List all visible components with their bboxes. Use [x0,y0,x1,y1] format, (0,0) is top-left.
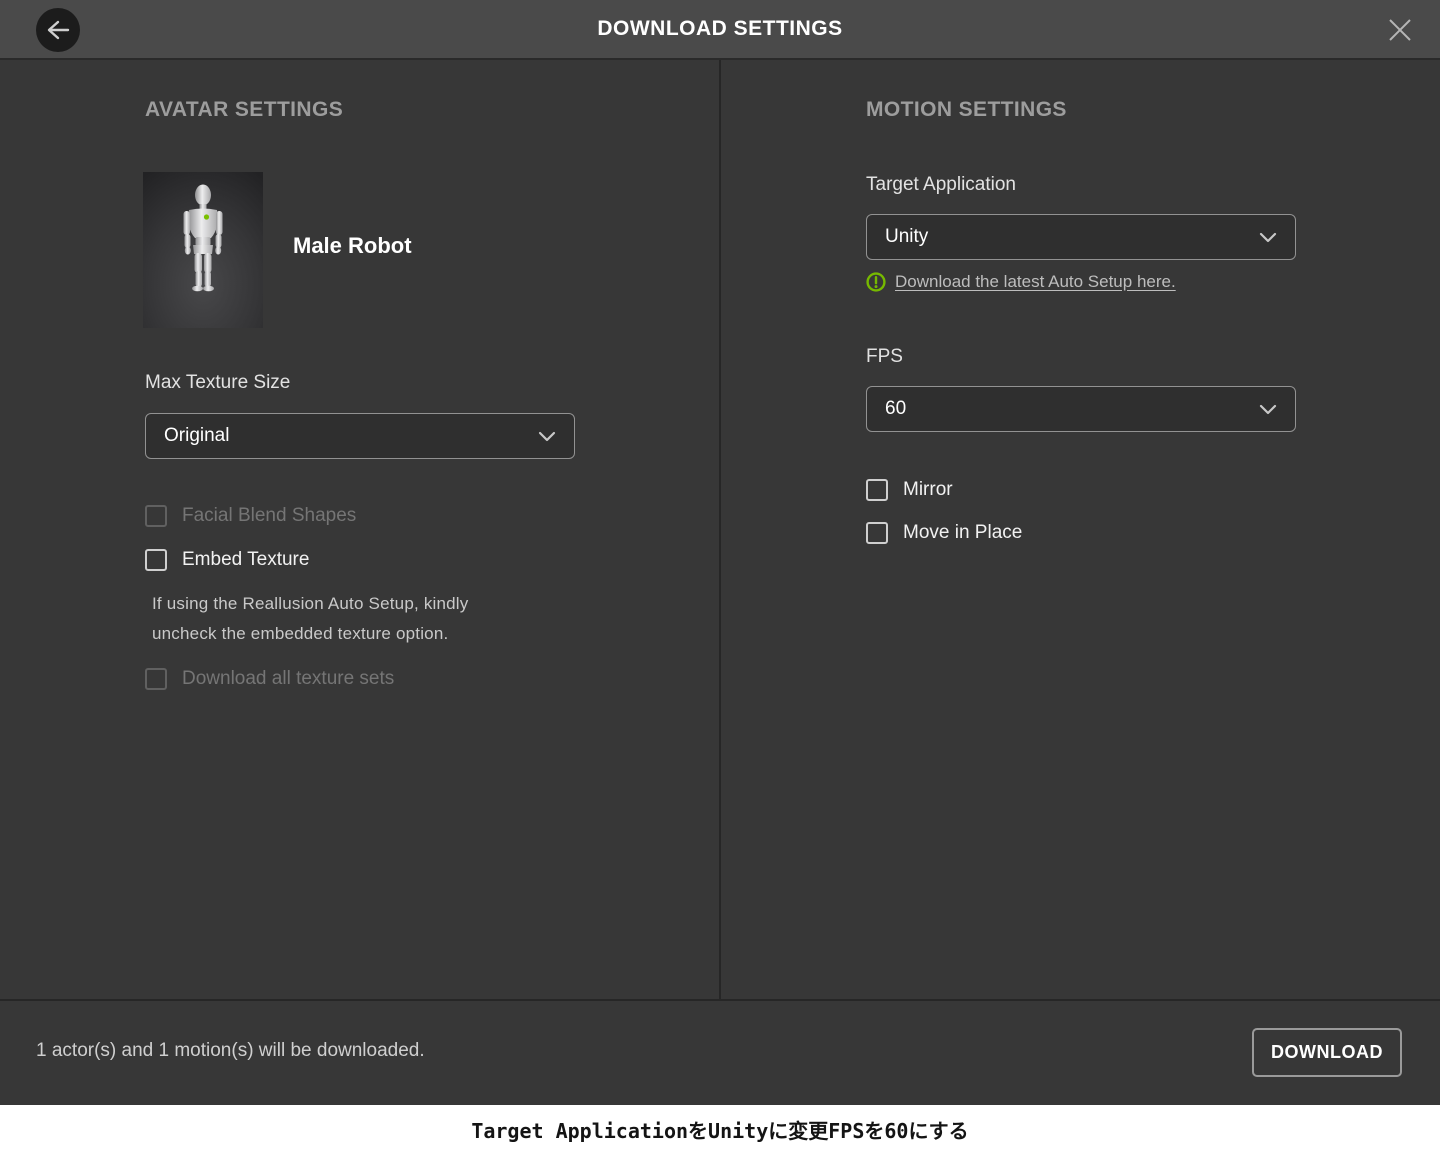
chevron-down-icon [1259,232,1277,243]
caption-strip: Target ApplicationをUnityに変更FPSを60にする [0,1105,1440,1153]
move-in-place-checkbox[interactable] [866,522,888,544]
caption-text: Target ApplicationをUnityに変更FPSを60にする [471,1118,969,1143]
facial-blend-shapes-label: Facial Blend Shapes [182,505,357,526]
fps-label: FPS [866,346,903,367]
max-texture-size-label: Max Texture Size [145,372,291,393]
fps-dropdown[interactable]: 60 [866,386,1296,432]
embed-texture-note-line1: If using the Reallusion Auto Setup, kind… [152,594,469,613]
motion-settings-heading: MOTION SETTINGS [866,98,1067,121]
close-button[interactable] [1384,14,1416,46]
titlebar: DOWNLOAD SETTINGS [0,0,1440,60]
move-in-place-label: Move in Place [903,522,1023,543]
max-texture-size-dropdown[interactable]: Original [145,413,575,459]
facial-blend-shapes-checkbox-row: Facial Blend Shapes [145,505,356,527]
max-texture-size-value: Original [164,425,230,446]
download-settings-dialog: DOWNLOAD SETTINGS AVATAR SETTINGS Male R… [0,0,1440,1153]
mirror-checkbox[interactable] [866,479,888,501]
embed-texture-note-line2: uncheck the embedded texture option. [152,624,449,643]
move-in-place-checkbox-row[interactable]: Move in Place [866,522,1022,544]
embed-texture-checkbox[interactable] [145,549,167,571]
download-all-texture-sets-checkbox-row: Download all texture sets [145,668,394,690]
mirror-label: Mirror [903,479,953,500]
download-all-texture-sets-label: Download all texture sets [182,668,395,689]
footer-divider [0,999,1440,1001]
dialog-title: DOWNLOAD SETTINGS [597,17,843,40]
panel-divider-vertical [719,60,721,999]
embed-texture-checkbox-row[interactable]: Embed Texture [145,549,309,571]
facial-blend-shapes-checkbox [145,505,167,527]
auto-setup-link-row: Download the latest Auto Setup here. [866,272,1176,292]
chevron-down-icon [538,431,556,442]
target-application-label: Target Application [866,174,1016,195]
chevron-down-icon [1259,404,1277,415]
avatar-thumbnail [143,172,263,396]
avatar-settings-heading: AVATAR SETTINGS [145,98,344,121]
download-button[interactable]: DOWNLOAD [1252,1028,1402,1077]
fps-value: 60 [885,398,907,419]
target-application-dropdown[interactable]: Unity [866,214,1296,260]
mirror-checkbox-row[interactable]: Mirror [866,479,953,501]
close-icon [1386,16,1414,44]
info-alert-icon [866,272,886,292]
avatar-name: Male Robot [293,233,412,258]
download-all-texture-sets-checkbox [145,668,167,690]
embed-texture-label: Embed Texture [182,549,310,570]
target-application-value: Unity [885,226,929,247]
auto-setup-link[interactable]: Download the latest Auto Setup here. [895,272,1176,292]
download-summary: 1 actor(s) and 1 motion(s) will be downl… [36,1040,425,1061]
